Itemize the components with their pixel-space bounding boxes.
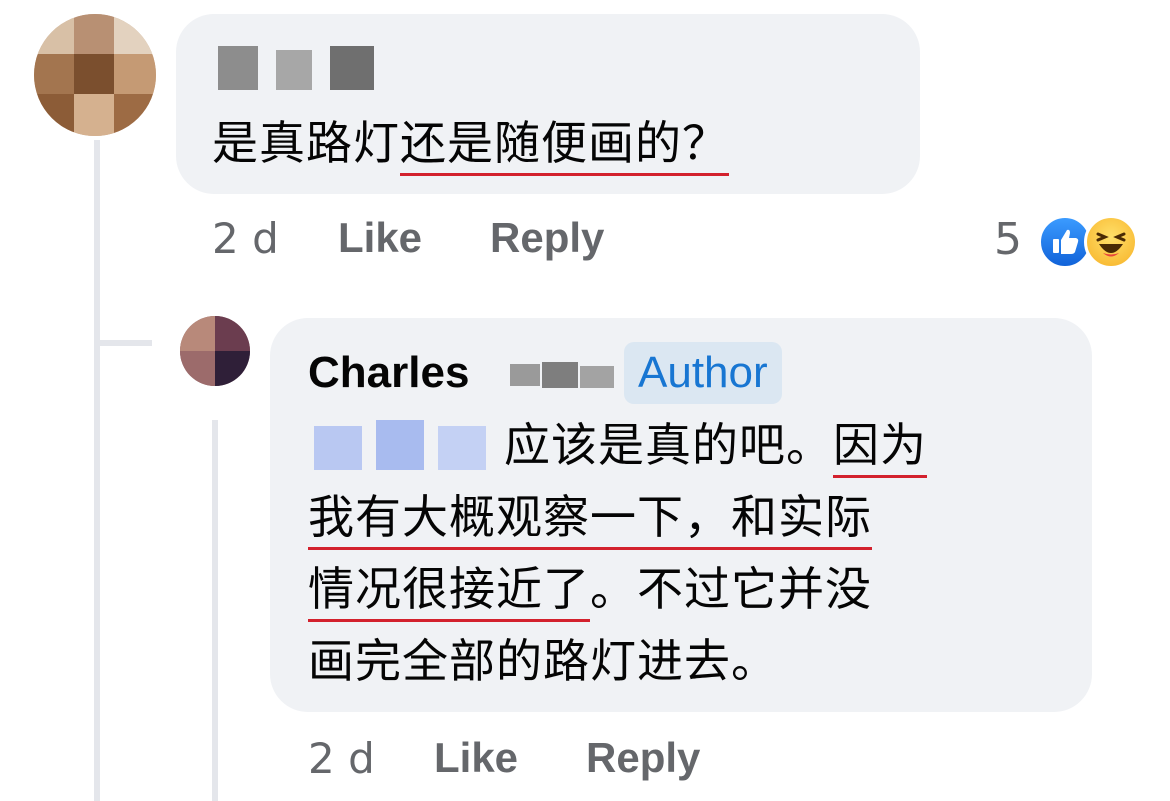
reply-text-line-4: 画完全部的路灯进去。 [308, 626, 778, 696]
comment-reply-button[interactable]: Reply [490, 214, 604, 262]
thread-line-branch [94, 340, 152, 346]
avatar-pixel [114, 14, 156, 54]
redacted-block [510, 364, 540, 386]
avatar-pixel [34, 94, 74, 136]
commenter-avatar[interactable] [34, 14, 156, 136]
avatar-pixel [180, 316, 215, 351]
comment-text-underlined: 还是随便画的？ [400, 116, 729, 170]
reply-text-underlined: 我有大概观察一下，和实际 [308, 490, 872, 544]
comment-text-plain: 是真路灯 [212, 116, 400, 170]
avatar-pixel [34, 54, 74, 94]
reaction-count[interactable]: 5 [994, 214, 1022, 265]
redacted-block [438, 426, 486, 470]
reply-text-plain: 画完全部的路灯进去。 [308, 634, 778, 688]
avatar-pixel [74, 54, 114, 94]
avatar-pixel [215, 316, 250, 351]
comment-timestamp[interactable]: 2 d [212, 214, 279, 263]
avatar-pixel [114, 94, 156, 136]
reply-like-button[interactable]: Like [434, 734, 518, 782]
comment-like-button[interactable]: Like [338, 214, 422, 262]
reply-text-line-1: 应该是真的吧。因为 [504, 410, 927, 480]
redacted-block [376, 420, 424, 470]
reply-timestamp[interactable]: 2 d [308, 734, 375, 783]
comment-text: 是真路灯还是随便画的？ [212, 108, 729, 178]
avatar-pixel [74, 94, 114, 136]
avatar-pixel [114, 54, 156, 94]
redacted-block [276, 50, 312, 90]
redacted-block [542, 362, 578, 388]
reply-author-name[interactable]: Charles [308, 348, 469, 398]
reply-reply-button[interactable]: Reply [586, 734, 700, 782]
reply-text-line-3: 情况很接近了。不过它并没 [308, 554, 872, 624]
redacted-block [580, 366, 614, 388]
reply-text-line-2: 我有大概观察一下，和实际 [308, 482, 872, 552]
reply-text-plain: 。不过它并没 [590, 562, 872, 616]
reply-text-underlined: 因为 [833, 418, 927, 472]
reply-text-plain: 应该是真的吧。 [504, 418, 833, 472]
haha-face-glyph [1096, 232, 1126, 257]
redacted-block [218, 46, 258, 90]
reply-text-underlined: 情况很接近了 [308, 562, 590, 616]
reply-author-surname-redacted[interactable] [510, 358, 614, 392]
mention-redacted[interactable] [314, 420, 486, 472]
reply-author-avatar[interactable] [180, 316, 250, 386]
thread-line-main [94, 140, 100, 801]
redacted-block [330, 46, 374, 90]
haha-icon[interactable] [1084, 215, 1138, 269]
commenter-name-redacted[interactable] [218, 46, 374, 90]
thumbs-up-glyph [1053, 229, 1079, 254]
avatar-pixel [215, 351, 250, 386]
redacted-block [314, 426, 362, 470]
avatar-pixel [34, 14, 74, 54]
avatar-pixel [180, 351, 215, 386]
thread-line-reply [212, 420, 218, 801]
avatar-pixel [74, 14, 114, 54]
author-badge: Author [624, 342, 782, 404]
